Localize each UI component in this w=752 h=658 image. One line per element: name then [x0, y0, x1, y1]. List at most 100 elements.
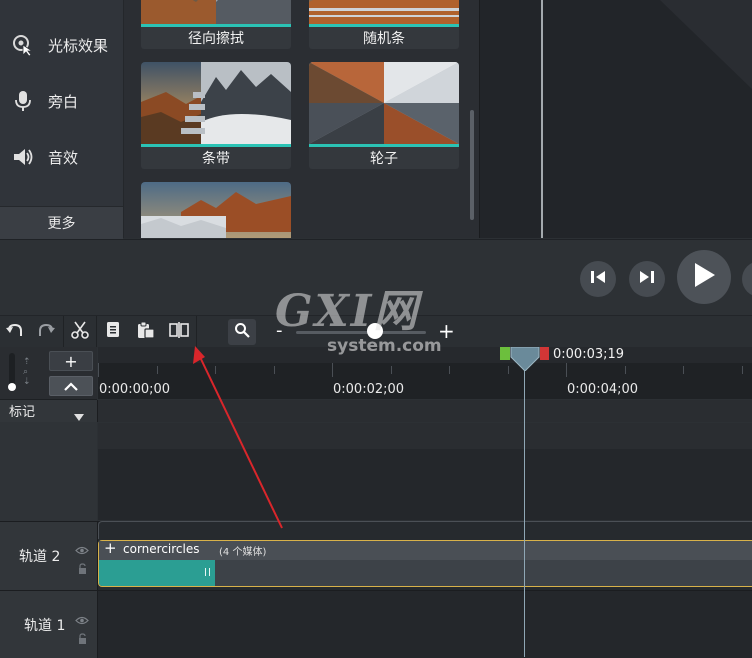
eye-icon[interactable] — [75, 610, 89, 629]
transitions-library: 径向擦拭 随机条 条带 轮子 — [124, 0, 478, 238]
next-clip-button[interactable] — [742, 261, 752, 297]
zoom-to-fit-button[interactable] — [228, 319, 256, 345]
tile-label: 随机条 — [309, 27, 459, 49]
media-clip[interactable] — [99, 560, 215, 586]
split-button[interactable] — [165, 319, 193, 345]
copy-button[interactable] — [100, 319, 128, 345]
transition-thumbnail — [141, 62, 291, 144]
play-icon — [691, 261, 717, 293]
ruler-tick — [508, 366, 509, 374]
watermark-logo: GXI网 — [275, 286, 420, 337]
markers-header[interactable]: 标记 — [0, 400, 98, 422]
sidebar: 光标效果 旁白 音效 更多 — [0, 0, 124, 239]
ruler-tick — [391, 366, 392, 374]
playhead-line[interactable] — [524, 360, 525, 657]
track-2-header[interactable]: 轨道 2 — [0, 521, 98, 590]
preview-canvas — [479, 0, 752, 238]
sidebar-item-audio-effects[interactable]: 音效 — [0, 134, 123, 180]
collapse-tracks-button[interactable] — [49, 376, 93, 396]
playhead-time: 0:00:03;19 — [553, 347, 625, 362]
transition-thumbnail — [309, 0, 459, 24]
sidebar-item-label: 音效 — [48, 148, 79, 167]
ruler-tick — [683, 366, 684, 374]
ruler-tick — [98, 363, 99, 377]
step-forward-icon — [638, 269, 656, 289]
transition-tile-radial-wipe[interactable]: 径向擦拭 — [141, 0, 291, 49]
markers-row — [0, 400, 752, 422]
split-icon — [169, 322, 189, 342]
ruler-tick — [742, 366, 743, 374]
lock-icon[interactable] — [78, 629, 87, 648]
next-frame-button[interactable] — [629, 261, 665, 297]
transition-tile-random-bars[interactable]: 随机条 — [309, 0, 459, 49]
magnifier-icon — [234, 322, 250, 342]
expand-group-button[interactable]: + — [104, 539, 117, 557]
scissors-icon — [71, 321, 89, 343]
more-button[interactable]: 更多 — [0, 206, 123, 239]
group-clip-header[interactable]: + cornercircles (4 个媒体) — [99, 539, 752, 560]
ruler-tick-label: 0:00:04;00 — [567, 382, 639, 397]
track-name: 轨道 2 — [19, 549, 61, 565]
group-clip-title: cornercircles — [123, 542, 200, 556]
microphone-icon — [12, 90, 34, 112]
speaker-icon — [12, 146, 34, 168]
clip-trim-handle[interactable] — [205, 568, 210, 576]
toolbar-divider — [63, 316, 64, 348]
step-back-icon — [589, 269, 607, 289]
tile-label: 轮子 — [309, 147, 459, 169]
playhead-handle[interactable] — [510, 346, 540, 375]
transition-tile-wheel[interactable]: 轮子 — [309, 62, 459, 169]
track-height-arrows: ⇡ ⌕ ⇣ — [23, 357, 31, 387]
toolbar-divider — [96, 316, 97, 348]
ruler-tick — [157, 366, 158, 374]
previous-frame-button[interactable] — [580, 261, 616, 297]
ruler-tick-label: 0:00:00;00 — [99, 382, 171, 397]
cut-button[interactable] — [66, 319, 94, 345]
watermark-domain: system.com — [327, 336, 442, 356]
redo-icon — [37, 322, 55, 342]
add-track-button[interactable]: + — [49, 351, 93, 371]
transition-thumbnail — [141, 0, 291, 24]
track-height-slider[interactable] — [9, 353, 15, 387]
sidebar-item-label: 旁白 — [48, 92, 79, 111]
cursor-effect-icon — [12, 34, 34, 56]
tile-label: 径向擦拭 — [141, 27, 291, 49]
copy-icon — [105, 321, 123, 343]
lock-icon[interactable] — [78, 559, 87, 578]
ruler-tick — [332, 363, 333, 377]
eye-icon[interactable] — [75, 540, 89, 559]
track-name: 轨道 1 — [24, 618, 66, 634]
transition-tile-strips[interactable]: 条带 — [141, 62, 291, 169]
track-1-header[interactable]: 轨道 1 — [0, 590, 98, 658]
redo-button[interactable] — [32, 319, 60, 345]
caret-down-icon — [74, 406, 84, 425]
toolbar-divider — [196, 316, 197, 348]
sidebar-item-cursor-effects[interactable]: 光标效果 — [0, 22, 123, 68]
track-size-controls: ⇡ ⌕ ⇣ + — [0, 347, 97, 400]
undo-icon — [6, 322, 24, 342]
track-1-lane[interactable] — [98, 590, 752, 658]
play-button[interactable] — [677, 250, 731, 304]
ruler-tick-label: 0:00:02;00 — [333, 382, 405, 397]
markers-label: 标记 — [9, 405, 36, 420]
ruler-tick — [566, 363, 567, 377]
out-point-handle[interactable] — [540, 347, 549, 360]
library-scrollbar[interactable] — [470, 110, 474, 220]
chevron-up-icon — [64, 377, 78, 396]
clip-drop-zone — [98, 521, 752, 539]
ruler-tick — [215, 366, 216, 374]
transition-thumbnail — [309, 62, 459, 144]
empty-track-strip — [98, 423, 752, 449]
sidebar-item-narration[interactable]: 旁白 — [0, 78, 123, 124]
ruler-tick — [274, 366, 275, 374]
paste-button[interactable] — [132, 319, 160, 345]
in-point-handle[interactable] — [500, 347, 510, 360]
transition-thumbnail — [141, 182, 291, 238]
group-clip-count: (4 个媒体) — [219, 547, 267, 558]
transition-tile[interactable] — [141, 182, 291, 238]
tile-label: 条带 — [141, 147, 291, 169]
paste-icon — [137, 321, 155, 343]
undo-button[interactable] — [1, 319, 29, 345]
watermark: GXI网 system.com — [275, 286, 442, 357]
track-height-thumb[interactable] — [8, 383, 16, 391]
